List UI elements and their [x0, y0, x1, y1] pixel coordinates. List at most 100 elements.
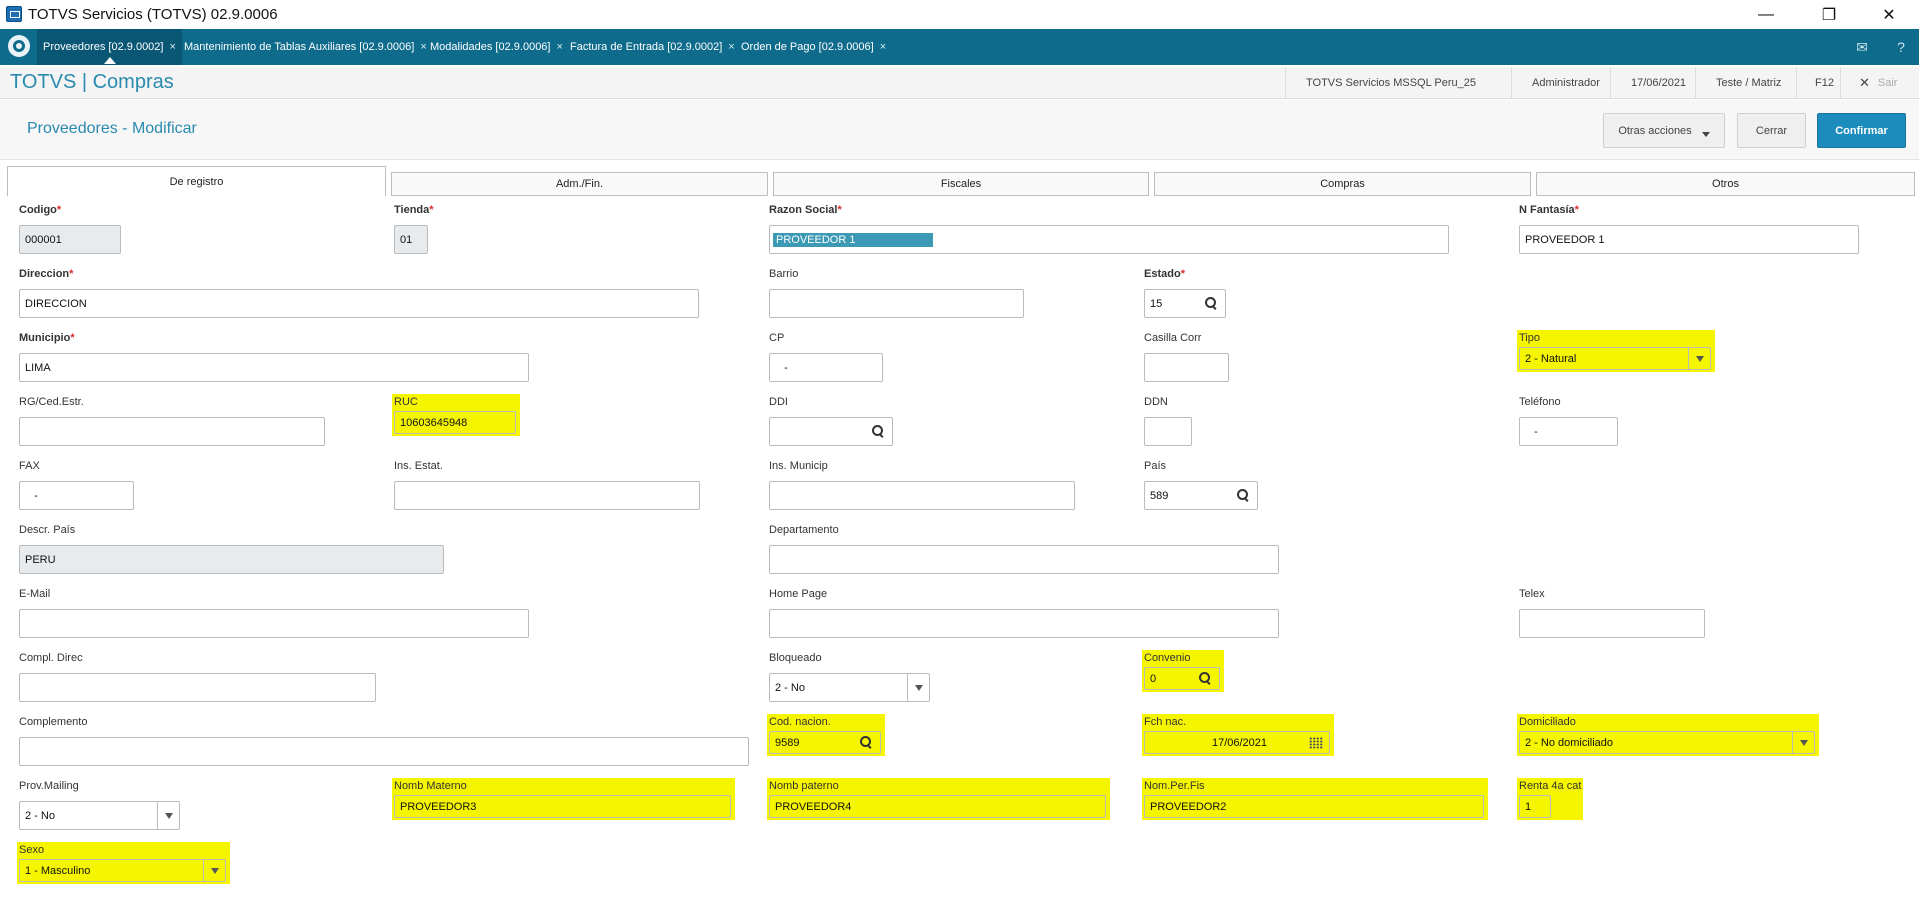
tab-factura-entrada[interactable]: Factura de Entrada [02.9.0002] × — [564, 29, 741, 65]
ins-municip-input[interactable] — [769, 481, 1075, 510]
chevron-down-icon[interactable] — [203, 860, 225, 881]
field-cod-nacion: Cod. nacion. 9589 — [767, 714, 885, 756]
ddn-input[interactable] — [1144, 417, 1192, 446]
minimize-button[interactable]: — — [1743, 0, 1789, 29]
field-municipio: Municipio* LIMA — [19, 332, 529, 384]
estado-input[interactable]: 15 — [1144, 289, 1226, 318]
nomb-paterno-label: Nomb paterno — [769, 780, 839, 792]
n-fantasia-input[interactable]: PROVEEDOR 1 — [1519, 225, 1859, 254]
rg-ced-input[interactable] — [19, 417, 325, 446]
tipo-select[interactable]: 2 - Natural — [1519, 347, 1711, 370]
convenio-input[interactable]: 0 — [1144, 667, 1220, 690]
exit-label: Sair — [1877, 77, 1898, 89]
cp-input[interactable]: - — [769, 353, 883, 382]
branch-label[interactable]: Teste / Matriz — [1695, 67, 1789, 99]
field-email: E-Mail — [19, 588, 529, 640]
ins-estat-input[interactable] — [394, 481, 700, 510]
cod-nacion-input[interactable]: 9589 — [769, 731, 881, 754]
field-n-fantasia: N Fantasía* PROVEEDOR 1 — [1519, 204, 1859, 256]
ruc-input[interactable]: 10603645948 — [394, 411, 516, 434]
search-icon[interactable] — [860, 736, 874, 750]
totvs-logo-icon[interactable] — [8, 35, 30, 57]
tienda-input[interactable]: 01 — [394, 225, 428, 254]
fax-input[interactable]: - — [19, 481, 134, 510]
razon-social-input[interactable]: PROVEEDOR 1 — [769, 225, 1449, 254]
email-input[interactable] — [19, 609, 529, 638]
telefono-input[interactable]: - — [1519, 417, 1618, 446]
telex-input[interactable] — [1519, 609, 1705, 638]
tab-de-registro[interactable]: De registro — [7, 166, 386, 196]
f12-key-label[interactable]: F12 — [1796, 67, 1836, 99]
confirm-button[interactable]: Confirmar — [1817, 113, 1906, 148]
prov-mailing-select[interactable]: 2 - No — [19, 801, 180, 830]
close-tab-icon[interactable]: × — [880, 41, 886, 53]
field-telex: Telex — [1519, 588, 1705, 640]
nomb-paterno-input[interactable]: PROVEEDOR4 — [769, 795, 1106, 818]
search-icon[interactable] — [1205, 297, 1219, 311]
mail-icon[interactable]: ✉ — [1851, 36, 1873, 58]
nomb-materno-input[interactable]: PROVEEDOR3 — [394, 795, 731, 818]
complemento-input[interactable] — [19, 737, 749, 766]
app-header: TOTVS | Compras TOTVS Servicios MSSQL Pe… — [0, 67, 1919, 99]
fch-nac-input[interactable]: 17/06/2021 — [1144, 731, 1330, 754]
help-icon[interactable]: ? — [1890, 36, 1912, 58]
renta-4a-cat-input[interactable]: 1 — [1519, 795, 1551, 818]
chevron-down-icon[interactable] — [907, 674, 929, 701]
calendar-icon[interactable] — [1309, 737, 1323, 749]
departamento-input[interactable] — [769, 545, 1279, 574]
convenio-value: 0 — [1150, 672, 1157, 685]
tab-orden-pago[interactable]: Orden de Pago [02.9.0006] × — [735, 29, 892, 65]
pais-input[interactable]: 589 — [1144, 481, 1258, 510]
bloqueado-value: 2 - No — [775, 681, 805, 694]
bloqueado-select[interactable]: 2 - No — [769, 673, 930, 702]
home-page-input[interactable] — [769, 609, 1279, 638]
domiciliado-select[interactable]: 2 - No domiciliado — [1519, 731, 1815, 754]
field-nomb-paterno: Nomb paterno PROVEEDOR4 — [767, 778, 1110, 820]
tab-mantenimiento[interactable]: Mantenimiento de Tablas Auxiliares [02.9… — [178, 29, 433, 65]
chevron-down-icon[interactable] — [1792, 732, 1814, 753]
date-label[interactable]: 17/06/2021 — [1610, 67, 1695, 99]
field-casilla-corr: Casilla Corr — [1144, 332, 1229, 384]
estado-value: 15 — [1150, 297, 1163, 310]
search-icon[interactable] — [872, 425, 886, 439]
bloqueado-label: Bloqueado — [769, 652, 822, 664]
tab-fiscales[interactable]: Fiscales — [773, 172, 1149, 196]
sexo-select[interactable]: 1 - Masculino — [19, 859, 226, 882]
close-tab-icon[interactable]: × — [556, 41, 562, 53]
ddi-input[interactable] — [769, 417, 893, 446]
search-icon[interactable] — [1237, 489, 1251, 503]
company-label[interactable]: TOTVS Servicios MSSQL Peru_25 — [1285, 67, 1488, 99]
user-label[interactable]: Administrador — [1511, 67, 1611, 99]
close-button[interactable]: Cerrar — [1737, 113, 1806, 148]
close-window-button[interactable]: ✕ — [1866, 0, 1912, 29]
tab-adm-fin[interactable]: Adm./Fin. — [391, 172, 768, 196]
direccion-input[interactable]: DIRECCION — [19, 289, 699, 318]
required-mark: * — [1180, 268, 1185, 280]
compl-direc-label: Compl. Direc — [19, 652, 83, 664]
field-ruc: RUC 10603645948 — [392, 394, 520, 436]
casilla-corr-input[interactable] — [1144, 353, 1229, 382]
restore-button[interactable]: ❐ — [1806, 0, 1852, 29]
search-icon[interactable] — [1199, 672, 1213, 686]
barrio-input[interactable] — [769, 289, 1024, 318]
other-actions-button[interactable]: Otras acciones — [1603, 113, 1725, 148]
casilla-corr-label: Casilla Corr — [1144, 332, 1202, 344]
codigo-input[interactable]: 000001 — [19, 225, 121, 254]
chevron-down-icon[interactable] — [1688, 348, 1710, 369]
chevron-down-icon[interactable] — [157, 802, 179, 829]
tab-compras[interactable]: Compras — [1154, 172, 1531, 196]
descr-pais-input[interactable]: PERU — [19, 545, 444, 574]
exit-button[interactable]: ✕ Sair — [1840, 67, 1919, 99]
field-pais: País 589 — [1144, 460, 1258, 512]
window-title-bar: TOTVS Servicios (TOTVS) 02.9.0006 — ❐ ✕ — [0, 0, 1919, 29]
ddi-label: DDI — [769, 396, 788, 408]
field-ddi: DDI — [769, 396, 893, 448]
close-tab-icon[interactable]: × — [169, 41, 175, 53]
tab-modalidades[interactable]: Modalidades [02.9.0006] × — [424, 29, 569, 65]
close-tab-icon[interactable]: × — [728, 41, 734, 53]
municipio-input[interactable]: LIMA — [19, 353, 529, 382]
nom-per-fis-input[interactable]: PROVEEDOR2 — [1144, 795, 1484, 818]
tab-otros[interactable]: Otros — [1536, 172, 1915, 196]
compl-direc-input[interactable] — [19, 673, 376, 702]
field-rg-ced: RG/Ced.Estr. — [19, 396, 325, 448]
